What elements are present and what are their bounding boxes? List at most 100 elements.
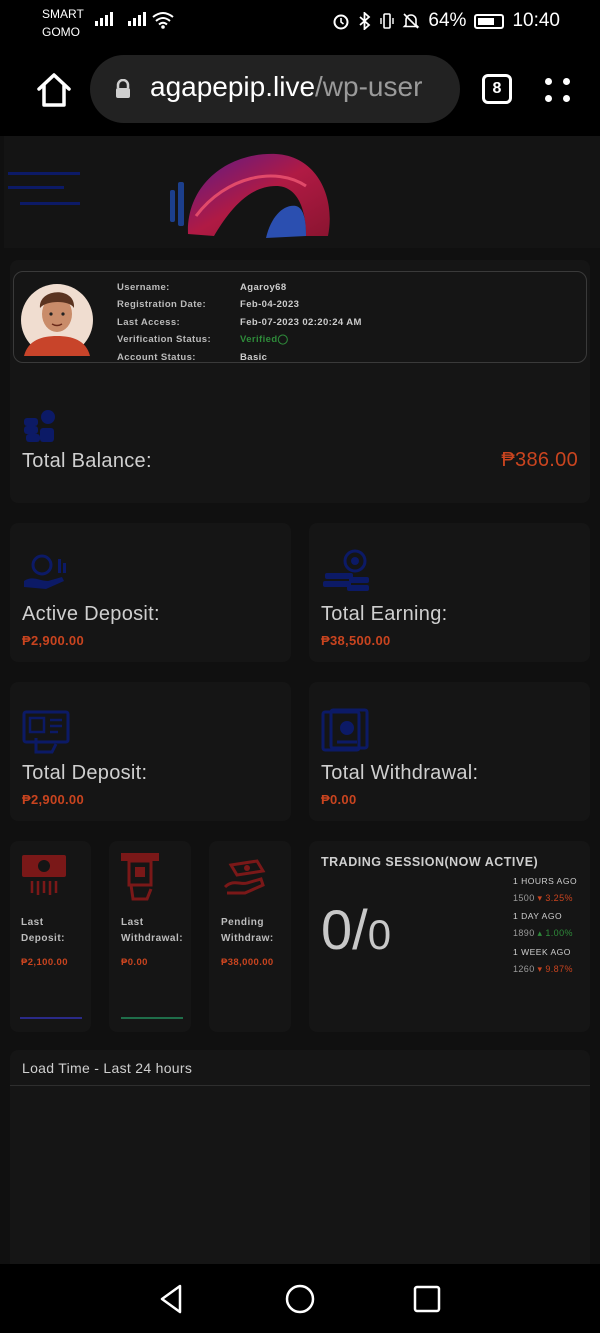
active-deposit-label: Active Deposit: — [22, 603, 160, 625]
last-deposit-value: ₱2,100.00 — [21, 957, 68, 968]
site-header — [4, 136, 600, 248]
total-balance-label: Total Balance: — [22, 450, 152, 472]
trading-session-card: TRADING SESSION(NOW ACTIVE) 0/0 1 HOURS … — [309, 841, 590, 1032]
active-deposit-value: ₱2,900.00 — [22, 633, 84, 648]
last-access-value: Feb-07-2023 02:20:24 AM — [240, 317, 362, 328]
load-time-title: Load Time - Last 24 hours — [22, 1060, 193, 1076]
last-withdrawal-card: Last Withdrawal: ₱0.00 — [109, 841, 191, 1032]
last-deposit-label: Last Deposit: — [21, 915, 65, 947]
hand-cash-icon — [223, 859, 266, 895]
verified-text: Verified — [240, 334, 278, 345]
site-logo[interactable] — [166, 146, 336, 242]
check-circle-icon: ◯ — [277, 334, 289, 345]
last-deposit-card: Last Deposit: ₱2,100.00 — [10, 841, 91, 1032]
wallet-withdraw-icon — [321, 708, 369, 752]
atm-withdraw-icon — [121, 853, 159, 901]
home-circle-icon[interactable] — [283, 1282, 317, 1316]
trading-period-head: 1 HOURS AGO — [513, 876, 578, 886]
alarm-icon — [333, 14, 349, 30]
coins-icon — [24, 410, 55, 442]
battery-percent: 64% — [428, 10, 467, 31]
trading-change: 3.25% — [545, 893, 573, 903]
signal-icon — [128, 12, 146, 26]
last-withdrawal-label: Last Withdrawal: — [121, 915, 183, 947]
last-withdrawal-label-line1: Last — [121, 917, 144, 928]
total-earning-label: Total Earning: — [321, 603, 448, 625]
trading-period-value: 1500 ▾ 3.25% — [513, 893, 573, 904]
total-withdrawal-value: ₱0.00 — [321, 792, 357, 807]
trading-period-head: 1 DAY AGO — [513, 911, 563, 921]
status-bar: SMART GOMO 64% 10:40 — [0, 0, 600, 48]
username-label: Username: — [117, 282, 170, 293]
pending-withdraw-value: ₱38,000.00 — [221, 957, 274, 968]
last-access-label: Last Access: — [117, 317, 181, 328]
trading-score: 0/0 — [321, 897, 391, 962]
carrier-label: SMART GOMO — [42, 5, 84, 41]
address-bar[interactable]: agapepip.live/wp-user — [90, 55, 460, 123]
menu-dots-icon[interactable] — [543, 76, 573, 106]
pending-withdraw-label-line1: Pending — [221, 917, 264, 928]
carrier-line1: SMART — [42, 7, 84, 21]
hamburger-menu-icon[interactable] — [8, 172, 80, 208]
url-host: agapepip.live — [150, 71, 316, 102]
trading-period-value: 1890 ▴ 1.00% — [513, 928, 573, 939]
pending-withdraw-card: Pending Withdraw: ₱38,000.00 — [209, 841, 291, 1032]
verification-status-value: Verified◯ — [240, 334, 289, 345]
account-card: Username: Agaroy68 Registration Date: Fe… — [10, 260, 590, 503]
trading-period-value: 1260 ▾ 9.87% — [513, 964, 573, 975]
total-withdrawal-label: Total Withdrawal: — [321, 762, 479, 784]
url-path: /wp-user — [315, 71, 423, 102]
pending-withdraw-label: Pending Withdraw: — [221, 915, 274, 947]
trend-down-icon: ▾ — [537, 964, 543, 974]
trading-count: 1500 — [513, 893, 535, 903]
home-icon[interactable] — [34, 70, 74, 110]
page-content: Username: Agaroy68 Registration Date: Fe… — [0, 136, 600, 1264]
total-deposit-value: ₱2,900.00 — [22, 792, 84, 807]
trading-count: 1260 — [513, 964, 535, 974]
last-deposit-label-line2: Deposit: — [21, 933, 65, 944]
pending-withdraw-label-line2: Withdraw: — [221, 933, 274, 944]
total-deposit-label: Total Deposit: — [22, 762, 148, 784]
system-nav-bar — [0, 1264, 600, 1333]
last-deposit-label-line1: Last — [21, 917, 44, 928]
browser-toolbar: agapepip.live/wp-user 8 — [0, 48, 600, 136]
account-status-label: Account Status: — [117, 352, 196, 363]
username-value: Agaroy68 — [240, 282, 287, 293]
mute-icon — [402, 13, 420, 29]
total-earning-value: ₱38,500.00 — [321, 633, 391, 648]
deposit-document-icon — [22, 710, 70, 754]
total-earning-card: Total Earning: ₱38,500.00 — [309, 523, 590, 662]
vibrate-icon — [380, 13, 395, 29]
hand-deposit-icon — [24, 554, 66, 589]
last-deposit-bar — [20, 1017, 82, 1019]
last-withdrawal-value: ₱0.00 — [121, 957, 148, 968]
registration-date-value: Feb-04-2023 — [240, 299, 300, 310]
trading-change: 9.87% — [545, 964, 573, 974]
back-icon[interactable] — [154, 1282, 188, 1316]
total-withdrawal-card: Total Withdrawal: ₱0.00 — [309, 682, 590, 821]
signal-icon — [95, 12, 113, 26]
wifi-icon — [152, 12, 174, 29]
last-withdrawal-label-line2: Withdrawal: — [121, 933, 184, 944]
clock: 10:40 — [512, 10, 560, 31]
lock-icon — [116, 79, 130, 98]
trading-session-title: TRADING SESSION(NOW ACTIVE) — [321, 855, 539, 869]
cash-deposit-icon — [22, 855, 66, 895]
battery-icon — [474, 13, 505, 29]
last-withdrawal-bar — [121, 1017, 183, 1019]
tabs-button[interactable]: 8 — [482, 74, 512, 104]
registration-date-label: Registration Date: — [117, 299, 207, 310]
avatar — [21, 284, 93, 356]
money-stack-icon — [323, 549, 369, 591]
trend-up-icon: ▴ — [537, 928, 543, 938]
profile-box: Username: Agaroy68 Registration Date: Fe… — [13, 271, 587, 363]
load-time-header: Load Time - Last 24 hours — [10, 1050, 590, 1086]
active-deposit-card: Active Deposit: ₱2,900.00 — [10, 523, 291, 662]
trading-score-den: 0 — [367, 911, 392, 958]
trend-down-icon: ▾ — [537, 893, 543, 903]
total-balance-value: ₱386.00 — [501, 449, 578, 471]
trading-count: 1890 — [513, 928, 535, 938]
total-deposit-card: Total Deposit: ₱2,900.00 — [10, 682, 291, 821]
recents-icon[interactable] — [410, 1282, 444, 1316]
account-status-value: Basic — [240, 352, 268, 363]
